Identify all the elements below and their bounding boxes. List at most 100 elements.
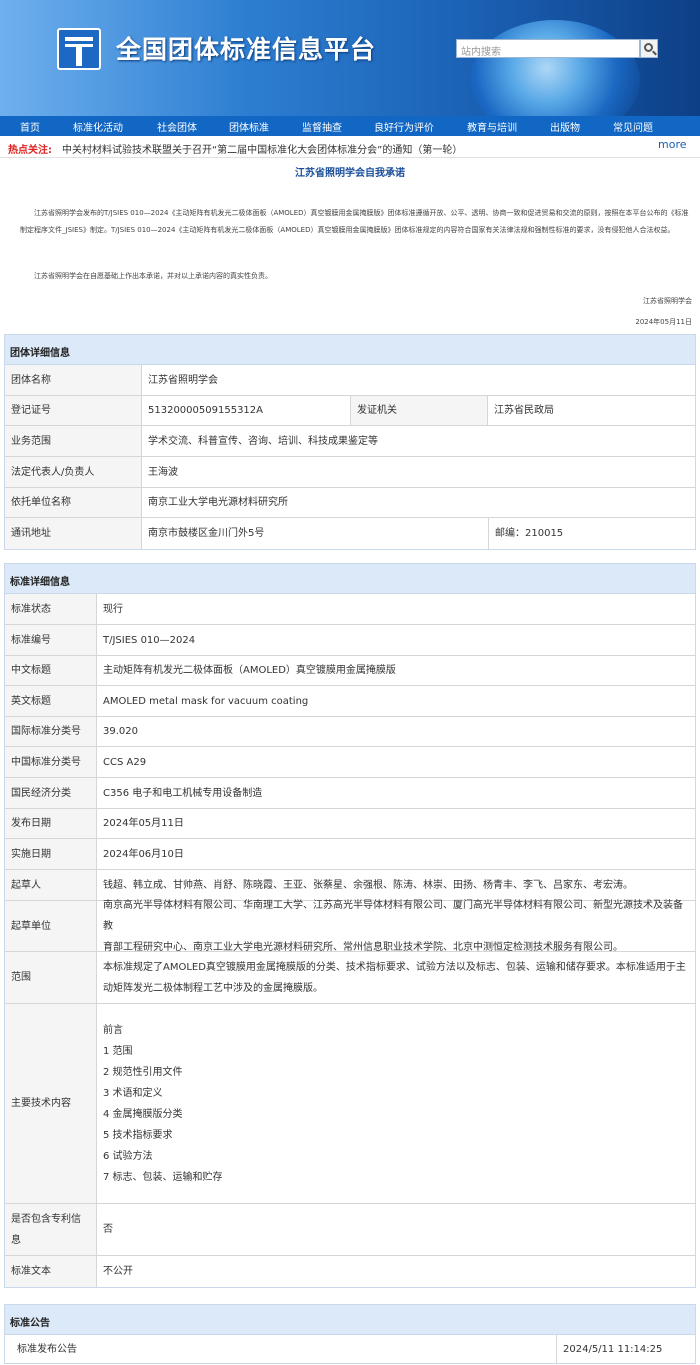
table-row: 实施日期 2024年06月10日 (5, 839, 695, 870)
toc-item: 3 术语和定义 (103, 1087, 163, 1099)
row-label: 标准编号 (5, 625, 97, 655)
std-number: T/JSIES 010—2024 (103, 634, 196, 646)
table-row: 国民经济分类 C356 电子和电工机械专用设备制造 (5, 778, 695, 809)
toc-item: 4 金属掩膜版分类 (103, 1108, 183, 1120)
std-status: 现行 (103, 603, 123, 615)
toc-item: 1 范围 (103, 1045, 133, 1057)
more-link[interactable]: more (658, 138, 687, 151)
org-name: 江苏省照明学会 (148, 374, 218, 386)
table-row: 英文标题 AMOLED metal mask for vacuum coatin… (5, 686, 695, 717)
economy-class: C356 电子和电工机械专用设备制造 (103, 787, 263, 799)
nav-group-standards[interactable]: 团体标准 (229, 119, 269, 134)
ccs-code: CCS A29 (103, 756, 147, 768)
row-label: 依托单位名称 (5, 488, 142, 517)
row-label: 起草单位 (5, 901, 97, 951)
nav-good-behavior[interactable]: 良好行为评价 (374, 119, 434, 134)
row-label: 登记证号 (5, 396, 142, 425)
site-title[interactable]: 全国团体标准信息平台 (116, 30, 376, 66)
row-label: 主要技术内容 (5, 1004, 97, 1203)
row-label: 法定代表人/负责人 (5, 457, 142, 487)
toc-item: 前言 (103, 1024, 123, 1036)
row-label: 实施日期 (5, 839, 97, 869)
nav-faq[interactable]: 常见问题 (613, 119, 653, 134)
nav-social-groups[interactable]: 社会团体 (157, 119, 197, 134)
table-row: 是否包含专利信 息 否 (5, 1204, 695, 1256)
row-label: 业务范围 (5, 426, 142, 456)
table-row: 标准发布公告 2024/5/11 11:14:25 (5, 1335, 695, 1363)
table-row: 范围 本标准规定了AMOLED真空镀膜用金属掩膜版的分类、技术指标要求、试验方法… (5, 952, 695, 1004)
standard-text: 不公开 (103, 1266, 133, 1277)
nav-home[interactable]: 首页 (20, 119, 40, 134)
search-input[interactable]: 站内搜索 (456, 39, 640, 58)
table-row: 中文标题 主动矩阵有机发光二极体面板（AMOLED）真空镀膜用金属掩膜版 (5, 656, 695, 686)
row-label: 中国标准分类号 (5, 747, 97, 777)
address: 南京市鼓楼区金川门外5号 (148, 528, 265, 539)
table-row: 起草单位 南京高光半导体材料有限公司、华南理工大学、江苏高光半导体材料有限公司、… (5, 900, 695, 953)
publish-date: 2024年05月11日 (103, 818, 184, 829)
table-row: 依托单位名称 南京工业大学电光源材料研究所 (5, 488, 695, 518)
declaration-paragraph-2: 江苏省照明学会在自愿基础上作出本承诺，并对以上承诺内容的真实性负责。 (34, 272, 272, 280)
std-cn-title: 主动矩阵有机发光二极体面板（AMOLED）真空镀膜用金属掩膜版 (103, 665, 396, 676)
notice-table: 标准公告 标准发布公告 2024/5/11 11:14:25 (4, 1304, 696, 1364)
row-label: 通讯地址 (5, 518, 142, 549)
nav-supervision[interactable]: 监督抽查 (302, 119, 342, 134)
notice-time: 2024/5/11 11:14:25 (556, 1335, 695, 1363)
issuer: 江苏省民政局 (494, 405, 554, 416)
main-nav: 首页 标准化活动 社会团体 团体标准 监督抽查 良好行为评价 教育与培训 出版物… (0, 116, 700, 136)
org-table-header: 团体详细信息 (5, 335, 695, 365)
hot-topics-bar: 热点关注: 中关村材料试验技术联盟关于召开“第二届中国标准化大会团体标准分会”的… (0, 136, 700, 158)
row-label: 发证机关 (350, 396, 488, 425)
table-row: 业务范围 学术交流、科普宣传、咨询、培训、科技成果鉴定等 (5, 426, 695, 457)
table-row: 团体名称 江苏省照明学会 (5, 365, 695, 396)
table-row: 登记证号 51320000509155312A 发证机关 江苏省民政局 (5, 396, 695, 426)
table-row: 中国标准分类号 CCS A29 (5, 747, 695, 778)
standard-detail-table: 标准详细信息 标准状态 现行 标准编号 T/JSIES 010—2024 中文标… (4, 563, 696, 1288)
table-row: 法定代表人/负责人 王海波 (5, 457, 695, 488)
legal-rep: 王海波 (148, 466, 178, 478)
scope-line: 动矩阵发光二极体制程工艺中涉及的金属掩膜版。 (103, 982, 323, 994)
host-unit: 南京工业大学电光源材料研究所 (148, 497, 288, 508)
table-row: 发布日期 2024年05月11日 (5, 809, 695, 839)
table-row: 国际标准分类号 39.020 (5, 717, 695, 747)
hot-link[interactable]: 中关村材料试验技术联盟关于召开“第二届中国标准化大会团体标准分会”的通知（第一轮… (62, 141, 462, 156)
notice-table-header: 标准公告 (5, 1305, 695, 1335)
nav-publications[interactable]: 出版物 (550, 119, 580, 134)
row-label: 是否包含专利信 息 (5, 1204, 97, 1255)
toc-item: 6 试验方法 (103, 1150, 153, 1162)
sign-date: 2024年05月11日 (635, 318, 692, 326)
nav-standardization-activities[interactable]: 标准化活动 (73, 119, 123, 134)
search-button[interactable] (640, 39, 658, 58)
row-label: 标准文本 (5, 1256, 97, 1287)
zip-code: 邮编：210015 (488, 518, 695, 549)
hot-label: 热点关注: (8, 145, 52, 156)
reg-number: 51320000509155312A (148, 405, 263, 416)
patent-label-line: 息 (11, 1234, 21, 1246)
row-label: 国民经济分类 (5, 778, 97, 808)
drafting-units-line: 南京高光半导体材料有限公司、华南理工大学、江苏高光半导体材料有限公司、厦门高光半… (103, 899, 683, 932)
org-detail-table: 团体详细信息 团体名称 江苏省照明学会 登记证号 513200005091553… (4, 334, 696, 550)
ics-code: 39.020 (103, 726, 138, 737)
notice-link[interactable]: 标准发布公告 (11, 1335, 556, 1363)
patent-info: 否 (103, 1224, 113, 1235)
technical-contents: 前言 1 范围 2 规范性引用文件 3 术语和定义 4 金属掩膜版分类 5 技术… (97, 1004, 695, 1203)
toc-item: 2 规范性引用文件 (103, 1066, 183, 1078)
patent-label-line: 是否包含专利信 (11, 1213, 81, 1225)
table-row: 标准状态 现行 (5, 594, 695, 625)
table-row: 标准文本 不公开 (5, 1256, 695, 1287)
declaration-paragraph: 江苏省照明学会发布的T/JSIES 010—2024《主动矩阵有机发光二极体面板… (20, 209, 689, 234)
toc-item: 5 技术指标要求 (103, 1129, 173, 1141)
std-table-header: 标准详细信息 (5, 564, 695, 594)
row-label: 中文标题 (5, 656, 97, 685)
scope-text: 本标准规定了AMOLED真空镀膜用金属掩膜版的分类、技术指标要求、试验方法以及标… (97, 952, 695, 1003)
row-label: 团体名称 (5, 365, 142, 395)
platform-logo-icon[interactable] (57, 28, 101, 70)
table-row: 通讯地址 南京市鼓楼区金川门外5号 邮编：210015 (5, 518, 695, 549)
nav-education[interactable]: 教育与培训 (467, 119, 517, 134)
drafting-units: 南京高光半导体材料有限公司、华南理工大学、江苏高光半导体材料有限公司、厦门高光半… (97, 900, 695, 953)
effective-date: 2024年06月10日 (103, 848, 184, 860)
row-label: 国际标准分类号 (5, 717, 97, 746)
business-scope: 学术交流、科普宣传、咨询、培训、科技成果鉴定等 (148, 435, 378, 447)
site-header: 全国团体标准信息平台 站内搜索 (0, 0, 700, 116)
std-en-title: AMOLED metal mask for vacuum coating (103, 695, 309, 707)
row-label: 英文标题 (5, 686, 97, 716)
